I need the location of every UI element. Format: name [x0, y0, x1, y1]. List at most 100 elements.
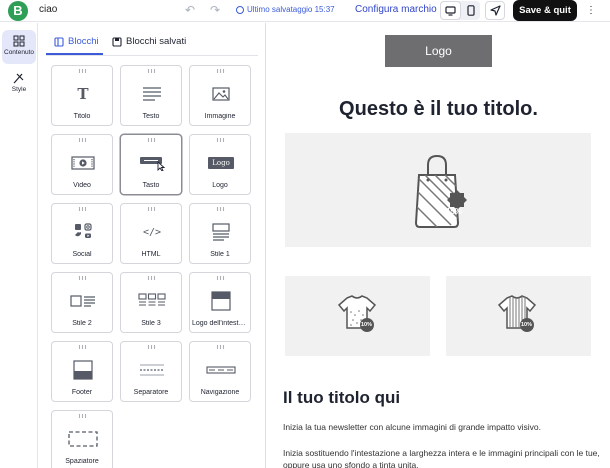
email-paragraph-1[interactable]: Inizia la tua newsletter con alcune imma…	[283, 421, 603, 433]
block-testo[interactable]: Testo	[120, 65, 182, 126]
product-image-1[interactable]: 10%	[285, 276, 430, 356]
social-icon	[75, 223, 92, 238]
block-label: Footer	[71, 389, 93, 396]
block-stile-3[interactable]: Stile 3	[120, 272, 182, 333]
desktop-view-button[interactable]	[440, 1, 461, 20]
block-footer[interactable]: Footer	[51, 341, 113, 402]
rail-item-label: Contenuto	[4, 49, 34, 56]
button-icon	[140, 157, 165, 171]
email-title[interactable]: Questo è il tuo titolo.	[267, 98, 610, 121]
video-icon	[71, 156, 95, 170]
header-logo-icon	[211, 291, 231, 311]
drag-handle-icon[interactable]	[78, 414, 87, 418]
code-icon: </>	[142, 226, 162, 238]
block-immagine[interactable]: Immagine	[189, 65, 251, 126]
email-logo-placeholder[interactable]: Logo	[385, 35, 492, 67]
device-toggle	[440, 1, 480, 20]
drag-handle-icon[interactable]	[147, 276, 156, 280]
tab-blocchi[interactable]: Blocchi	[54, 29, 99, 55]
drag-handle-icon[interactable]	[216, 276, 225, 280]
desktop-icon	[445, 5, 456, 16]
send-test-button[interactable]	[485, 1, 505, 20]
tab-label: Blocchi salvati	[126, 36, 187, 47]
product-image-2[interactable]: 10%	[446, 276, 591, 356]
block-tasto[interactable]: Tasto	[120, 134, 182, 195]
drag-handle-icon[interactable]	[216, 207, 225, 211]
brush-icon	[13, 73, 24, 84]
text-icon	[143, 87, 161, 101]
drag-handle-icon[interactable]	[78, 138, 87, 142]
rail-item-contenuto[interactable]: Contenuto	[2, 30, 36, 64]
block-video[interactable]: Video	[51, 134, 113, 195]
discount-badge: 10%	[521, 322, 533, 328]
block-label: Tasto	[142, 182, 160, 189]
drag-handle-icon[interactable]	[147, 138, 156, 142]
block-label: Separatore	[133, 389, 169, 396]
block-label: Navigazione	[200, 389, 240, 396]
panel-tabs: Blocchi Blocchi salvati	[46, 29, 258, 55]
save-and-quit-button[interactable]: Save & quit	[513, 0, 577, 21]
block-label: Video	[73, 182, 91, 189]
block-label: Testo	[142, 113, 160, 120]
grid-icon	[13, 35, 25, 47]
image-icon	[212, 87, 230, 101]
drag-handle-icon[interactable]	[78, 207, 87, 211]
block-logo[interactable]: Logo Logo	[189, 134, 251, 195]
logo-icon: Logo	[208, 157, 234, 169]
block-label: Titolo	[73, 113, 91, 120]
block-separatore[interactable]: Separatore	[120, 341, 182, 402]
send-icon	[489, 5, 501, 16]
drag-handle-icon[interactable]	[147, 345, 156, 349]
title-icon: T	[77, 85, 89, 103]
drag-handle-icon[interactable]	[78, 345, 87, 349]
drag-handle-icon[interactable]	[78, 276, 87, 280]
clock-icon	[236, 5, 244, 14]
block-logo-intestazione[interactable]: Logo dell'intesta...	[189, 272, 251, 333]
mobile-view-button[interactable]	[461, 1, 480, 20]
undo-icon[interactable]: ↶	[183, 3, 197, 17]
blocks-panel: Blocchi Blocchi salvati T Titolo Testo I…	[38, 23, 266, 468]
block-label: Immagine	[204, 113, 236, 120]
left-rail: Contenuto Style	[0, 23, 38, 468]
blocks-icon	[54, 37, 64, 47]
more-options-icon[interactable]: ⋮	[584, 2, 598, 19]
block-social[interactable]: Social	[51, 203, 113, 264]
mobile-icon	[466, 5, 475, 16]
save-status: Ultimo salvataggio 15:37	[236, 5, 335, 14]
email-canvas: Logo Questo è il tuo titolo. 15% 10% 10%…	[267, 23, 610, 468]
style2-icon	[70, 295, 95, 307]
separator-icon	[140, 364, 164, 376]
document-name[interactable]: ciao	[39, 4, 57, 15]
block-titolo[interactable]: T Titolo	[51, 65, 113, 126]
email-heading[interactable]: Il tuo titolo qui	[283, 388, 400, 408]
hero-image[interactable]: 15%	[285, 133, 591, 247]
save-icon	[112, 37, 122, 47]
block-navigazione[interactable]: Navigazione	[189, 341, 251, 402]
block-label: Logo	[212, 182, 228, 189]
drag-handle-icon[interactable]	[147, 69, 156, 73]
block-label: HTML	[141, 251, 161, 258]
spacer-icon	[68, 431, 98, 447]
drag-handle-icon[interactable]	[78, 69, 87, 73]
block-stile-2[interactable]: Stile 2	[51, 272, 113, 333]
tab-blocchi-salvati[interactable]: Blocchi salvati	[112, 29, 186, 55]
tabs-divider	[46, 55, 258, 56]
drag-handle-icon[interactable]	[147, 207, 156, 211]
style1-icon	[212, 223, 230, 241]
block-html[interactable]: </> HTML	[120, 203, 182, 264]
block-stile-1[interactable]: Stile 1	[189, 203, 251, 264]
block-label: Logo dell'intesta...	[192, 320, 249, 327]
drag-handle-icon[interactable]	[216, 69, 225, 73]
brand-settings-link[interactable]: Configura marchio	[355, 4, 437, 15]
drag-handle-icon[interactable]	[216, 345, 225, 349]
redo-icon[interactable]: ↷	[208, 3, 222, 17]
rail-item-style[interactable]: Style	[2, 67, 36, 101]
style3-icon	[138, 293, 166, 306]
app-logo[interactable]: B	[8, 1, 28, 21]
email-paragraph-2[interactable]: Inizia sostituendo l'intestazione a larg…	[283, 447, 603, 468]
striped-tshirt-icon	[497, 295, 537, 332]
block-label: Stile 2	[72, 320, 92, 327]
block-spaziatore[interactable]: Spaziatore	[51, 410, 113, 468]
save-status-text: Ultimo salvataggio 15:37	[247, 5, 335, 14]
drag-handle-icon[interactable]	[216, 138, 225, 142]
